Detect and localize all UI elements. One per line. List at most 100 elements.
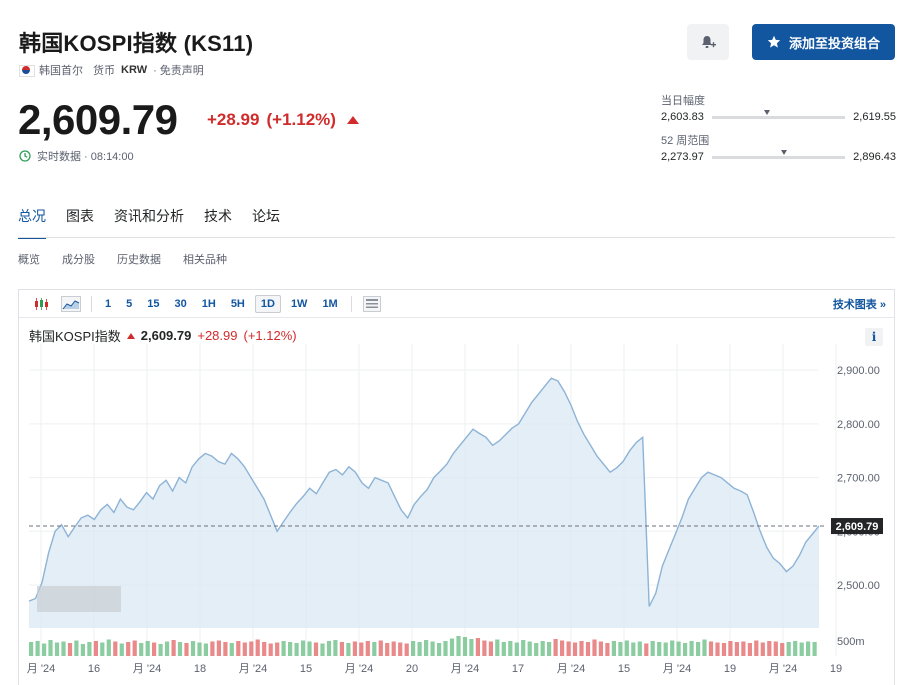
x-tick-label: 15: [618, 663, 630, 675]
volume-bar: [268, 643, 273, 656]
volume-bar: [288, 642, 293, 656]
exchange-location: 韩国首尔: [39, 65, 83, 77]
volume-bar: [229, 643, 234, 656]
volume-bar: [171, 640, 176, 656]
volume-bar: [339, 642, 344, 656]
price-chart[interactable]: 2,900.002,800.002,700.002,600.002,500.00…: [19, 318, 894, 685]
interval-1[interactable]: 1: [100, 296, 116, 312]
tab-overview[interactable]: 总况: [18, 206, 46, 239]
volume-bar: [553, 639, 558, 656]
volume-bar: [501, 642, 506, 656]
volume-bar: [249, 641, 254, 656]
interval-1w[interactable]: 1W: [286, 296, 313, 312]
volume-bar: [242, 642, 247, 656]
interval-15[interactable]: 15: [142, 296, 164, 312]
day-range-label: 当日幅度: [661, 95, 705, 107]
day-range-marker: [763, 109, 770, 115]
x-tick-label: 月 '24: [451, 663, 479, 675]
candlestick-icon[interactable]: [29, 294, 53, 314]
volume-bar: [177, 642, 183, 656]
volume-bar: [644, 643, 649, 656]
volume-bar: [398, 642, 403, 656]
volume-bar: [165, 641, 170, 656]
x-tick-label: 18: [194, 663, 206, 675]
volume-bar: [676, 641, 681, 656]
change-percent: (+1.12%): [266, 110, 336, 129]
chart-widget: 1 5 15 30 1H 5H 1D 1W 1M 技术图表 » 韩国KOSPI指…: [18, 289, 895, 685]
tab-forum[interactable]: 论坛: [252, 206, 280, 239]
chart-toolbar: 1 5 15 30 1H 5H 1D 1W 1M 技术图表 »: [19, 290, 894, 318]
interval-30[interactable]: 30: [170, 296, 192, 312]
volume-bar: [67, 643, 73, 656]
x-tick-label: 月 '24: [27, 663, 55, 675]
area-chart-icon[interactable]: [59, 294, 83, 314]
toolbar-divider: [91, 295, 92, 312]
tabs-divider: [18, 237, 895, 238]
tab-chart[interactable]: 图表: [66, 206, 94, 239]
volume-bar: [301, 640, 306, 656]
star-icon: [767, 35, 781, 48]
volume-bar: [184, 643, 189, 656]
instrument-meta: 韩国首尔 货币 KRW · 免责声明: [19, 62, 204, 78]
volume-bar: [786, 642, 791, 656]
volume-bar: [365, 641, 370, 656]
volume-bar: [456, 636, 461, 656]
volume-bar: [391, 641, 396, 656]
volume-bar: [139, 643, 144, 656]
volume-bar: [527, 641, 532, 656]
y-tick-label: 2,800.00: [837, 419, 880, 431]
main-tabs: 总况 图表 资讯和分析 技术 论坛: [18, 206, 280, 239]
volume-bar: [508, 641, 513, 656]
interval-1d[interactable]: 1D: [254, 294, 281, 313]
volume-bar: [475, 638, 480, 656]
volume-bar: [495, 639, 500, 656]
volume-bar: [378, 640, 383, 656]
subtab-components[interactable]: 成分股: [62, 251, 95, 267]
volume-bar: [145, 641, 150, 656]
subtab-historical-data[interactable]: 历史数据: [117, 251, 161, 267]
x-tick-label: 月 '24: [557, 663, 585, 675]
interval-5[interactable]: 5: [121, 296, 137, 312]
volume-bar: [760, 642, 765, 656]
subtab-related[interactable]: 相关品种: [183, 251, 227, 267]
day-range-bar: [711, 109, 846, 119]
volume-bar: [488, 641, 493, 656]
volume-bar: [275, 642, 280, 656]
subtab-overview[interactable]: 概览: [18, 251, 40, 267]
table-icon[interactable]: [360, 294, 384, 314]
volume-bar: [262, 642, 267, 656]
current-price-label: 2,609.79: [836, 521, 879, 533]
disclaimer-link[interactable]: · 免责声明: [153, 62, 204, 78]
add-to-portfolio-button[interactable]: 添加至投资组合: [752, 24, 895, 60]
alert-button[interactable]: [687, 24, 729, 60]
x-tick-label: 月 '24: [769, 663, 797, 675]
volume-bar: [236, 641, 241, 656]
volume-bar: [48, 640, 53, 656]
volume-bar: [352, 641, 357, 656]
volume-bar: [29, 642, 34, 656]
volume-bar: [80, 644, 85, 656]
y-tick-label: 2,900.00: [837, 365, 880, 377]
volume-bar: [696, 642, 701, 656]
volume-bar: [61, 641, 66, 656]
volume-bar: [281, 641, 286, 656]
volume-bar: [598, 641, 603, 656]
realtime-status: 实时数据 · 08:14:00: [19, 148, 134, 164]
tab-technical[interactable]: 技术: [204, 206, 232, 239]
volume-bar: [307, 641, 312, 656]
x-tick-label: 月 '24: [345, 663, 373, 675]
volume-bar: [294, 643, 299, 656]
volume-bar: [417, 642, 422, 656]
x-tick-label: 16: [88, 663, 100, 675]
volume-bar: [631, 642, 636, 656]
interval-1h[interactable]: 1H: [197, 296, 221, 312]
interval-1m[interactable]: 1M: [317, 296, 342, 312]
interval-5h[interactable]: 5H: [226, 296, 250, 312]
price-change: +28.99 (+1.12%): [207, 110, 359, 130]
volume-bar: [728, 641, 733, 656]
week52-range-bar: [711, 149, 846, 159]
tab-news-analysis[interactable]: 资讯和分析: [114, 206, 184, 239]
volume-bar: [313, 642, 319, 656]
volume-bar: [799, 642, 804, 656]
tech-chart-link[interactable]: 技术图表 »: [833, 296, 894, 312]
